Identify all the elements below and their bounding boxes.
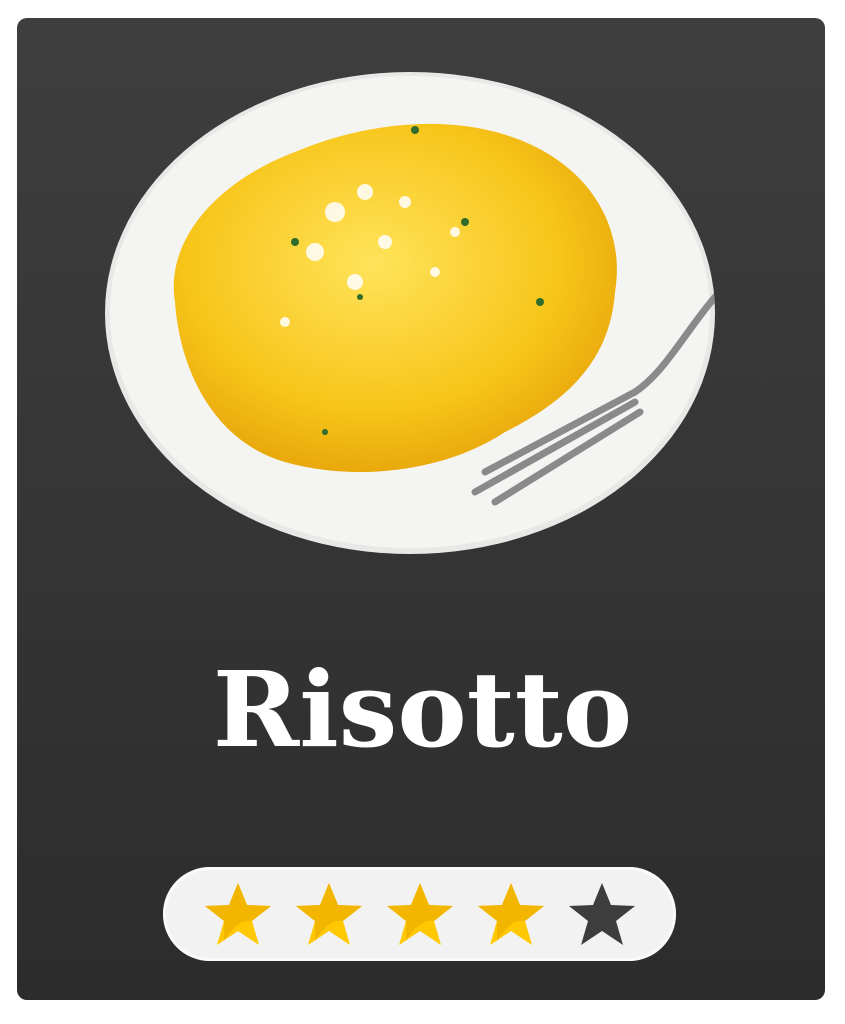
star-rating[interactable] — [163, 867, 676, 961]
star-filled-icon[interactable] — [295, 881, 363, 947]
dish-title: Risotto — [212, 648, 633, 771]
star-filled-icon[interactable] — [204, 881, 272, 947]
risotto-photo — [105, 72, 715, 554]
star-filled-icon[interactable] — [477, 881, 545, 947]
star-filled-icon[interactable] — [386, 881, 454, 947]
star-empty-icon[interactable] — [568, 881, 636, 947]
